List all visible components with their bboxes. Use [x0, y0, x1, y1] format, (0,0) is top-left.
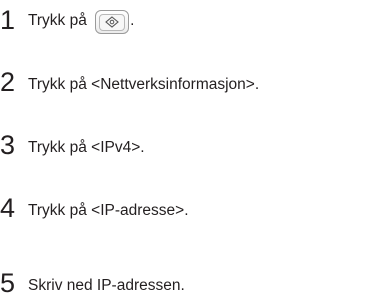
step-text: Skriv ned IP-adressen. — [28, 277, 185, 294]
step-text: Trykk på <Nettverksinformasjon>. — [28, 76, 260, 93]
step-5: 5 Skriv ned IP-adressen. — [0, 267, 185, 297]
step-2: 2 Trykk på <Nettverksinformasjon>. — [0, 66, 259, 96]
step-text: Trykk på <IP-adresse>. — [28, 202, 189, 219]
step-number: 2 — [0, 67, 15, 97]
step-4: 4 Trykk på <IP-adresse>. — [0, 192, 189, 222]
step-1: 1 Trykk på . — [0, 4, 134, 34]
step-number: 1 — [0, 5, 15, 35]
step-number: 4 — [0, 193, 15, 223]
step-number: 3 — [0, 130, 15, 160]
step-number: 5 — [0, 268, 15, 298]
settings-menu-key-icon — [105, 16, 120, 28]
step-text-after: . — [130, 12, 135, 30]
settings-menu-key-face — [99, 13, 126, 31]
step-text: Trykk på . — [28, 9, 134, 34]
settings-menu-key — [95, 10, 130, 34]
step-3: 3 Trykk på <IPv4>. — [0, 129, 145, 159]
step-text: Trykk på <IPv4>. — [28, 139, 145, 156]
step-text-before: Trykk på — [28, 12, 87, 30]
